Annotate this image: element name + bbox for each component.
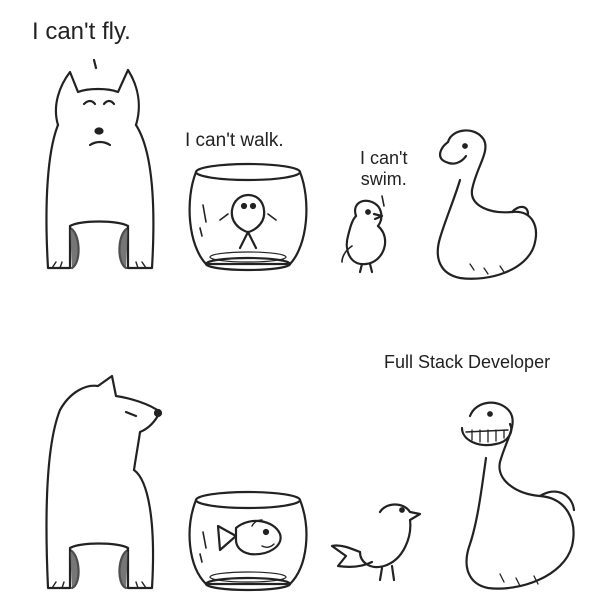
chick-drawing <box>342 196 385 272</box>
duck-grinning-drawing <box>462 403 574 589</box>
duck-drawing <box>438 130 536 278</box>
dog-front-drawing <box>46 60 153 268</box>
comic-panel: I can't fly. I can't walk. I can't swim.… <box>0 0 616 608</box>
dog-side-drawing <box>47 376 162 588</box>
duck-caption: Full Stack Developer <box>384 352 551 372</box>
chick-caption: I can't swim. <box>360 148 408 189</box>
fishbowl-drawing <box>190 164 307 270</box>
bird-drawing <box>332 505 420 581</box>
comic-drawing <box>0 0 616 608</box>
fish-caption: I can't walk. <box>185 130 284 151</box>
fishbowl-happy-drawing <box>190 492 307 590</box>
dog-caption: I can't fly. <box>32 18 131 45</box>
